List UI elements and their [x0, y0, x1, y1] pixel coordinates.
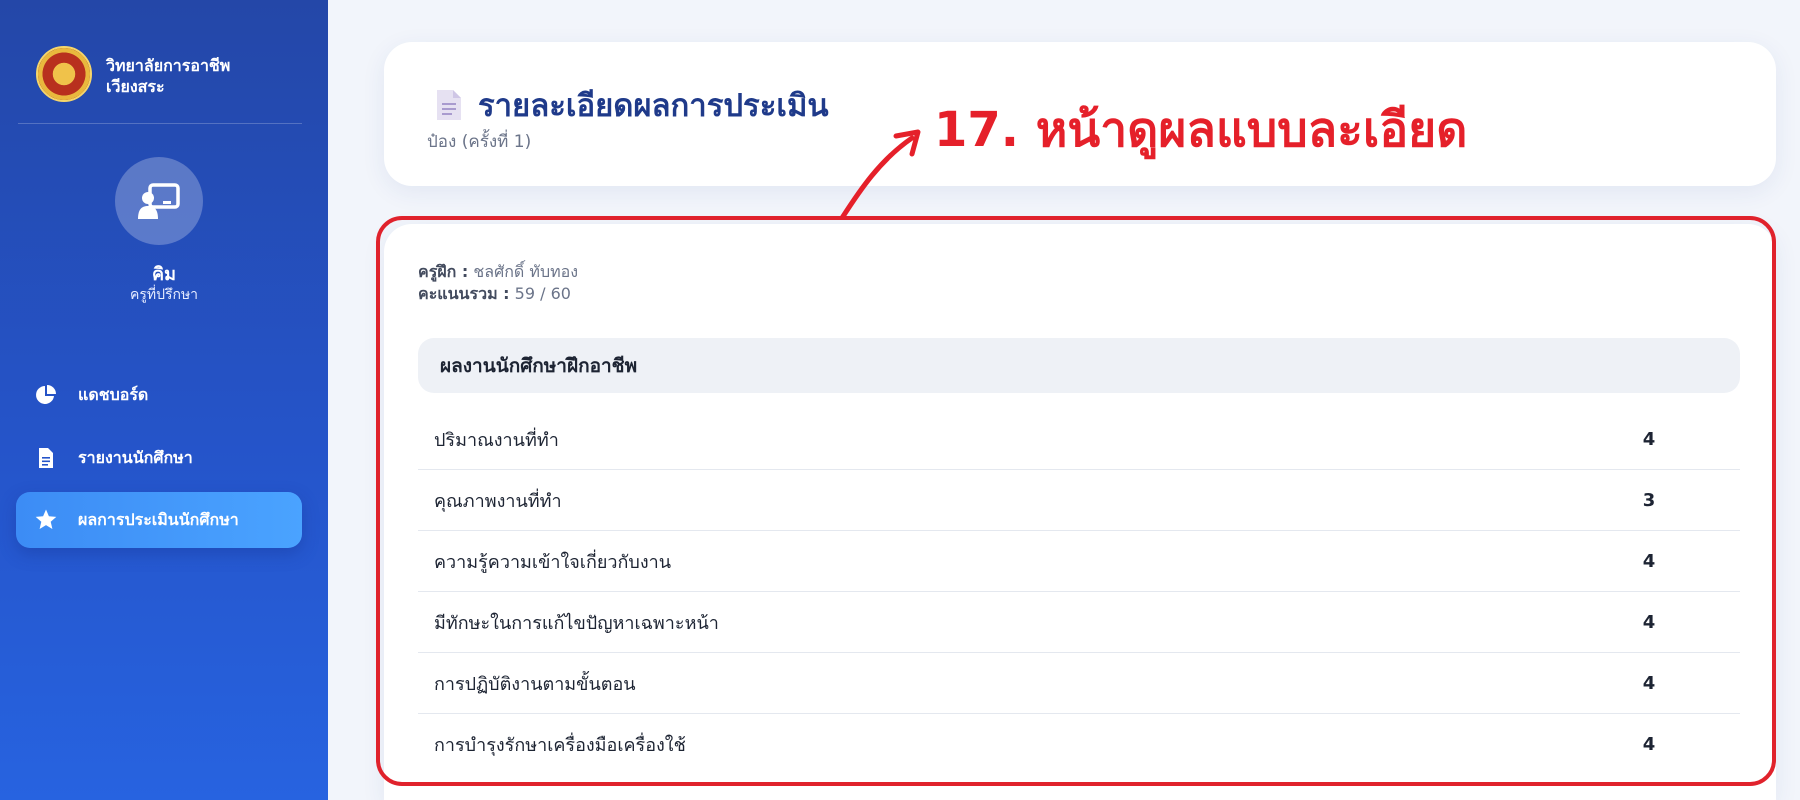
annotation-arrow-icon — [839, 129, 921, 220]
table-row: ปริมาณงานที่ทำ 4 — [418, 409, 1740, 470]
total-score-value: 59 / 60 — [514, 284, 571, 303]
sidebar-item-student-reports[interactable]: รายงานนักศึกษา — [16, 430, 302, 486]
table-row: ความรู้ความเข้าใจเกี่ยวกับงาน 4 — [418, 531, 1740, 592]
sidebar-item-label: รายงานนักศึกษา — [78, 447, 193, 467]
sidebar-item-evaluation-results[interactable]: ผลการประเมินนักศึกษา — [16, 492, 302, 548]
criterion-label: คุณภาพงานที่ทำ — [434, 490, 562, 512]
section-header: ผลงานนักศึกษาฝึกอาชีพ — [418, 338, 1740, 393]
document-icon — [34, 446, 58, 470]
table-row: คุณภาพงานที่ทำ 3 — [418, 470, 1740, 531]
table-row: มีทักษะในการแก้ไขปัญหาเฉพาะหน้า 4 — [418, 592, 1740, 653]
brand[interactable]: วิทยาลัยการอาชีพ เวียงสระ — [18, 28, 302, 124]
criterion-score: 4 — [1642, 734, 1656, 755]
total-score-label: คะแนนรวม : — [418, 284, 510, 303]
pie-chart-icon — [34, 383, 58, 407]
criterion-label: มีทักษะในการแก้ไขปัญหาเฉพาะหน้า — [434, 612, 719, 634]
criterion-label: การบำรุงรักษาเครื่องมือเครื่องใช้ — [434, 735, 686, 756]
criterion-score: 4 — [1642, 611, 1656, 633]
brand-line-1: วิทยาลัยการอาชีพ — [106, 56, 231, 75]
avatar — [115, 157, 203, 245]
sidebar-item-label: แดชบอร์ด — [78, 384, 149, 404]
criterion-score: 4 — [1642, 550, 1656, 572]
page-subtitle: ป๋อง (ครั้งที่ 1) — [427, 132, 532, 152]
brand-line-2: เวียงสระ — [106, 77, 165, 96]
criterion-label: การปฏิบัติงานตามขั้นตอน — [434, 673, 636, 695]
sidebar-item-dashboard[interactable]: แดชบอร์ด — [16, 367, 302, 423]
criterion-score: 4 — [1642, 428, 1656, 450]
page-title: รายละเอียดผลการประเมิน — [434, 80, 829, 130]
total-score-line: คะแนนรวม : 59 / 60 — [418, 282, 571, 307]
criterion-label: ปริมาณงานที่ทำ — [434, 429, 559, 451]
document-icon — [434, 88, 464, 122]
page-title-text: รายละเอียดผลการประเมิน — [478, 88, 829, 124]
college-logo — [36, 46, 92, 102]
table-row: การบำรุงรักษาเครื่องมือเครื่องใช้ 4 — [418, 714, 1740, 775]
table-row: การปฏิบัติงานตามขั้นตอน 4 — [418, 653, 1740, 714]
criterion-score: 4 — [1642, 672, 1656, 694]
criterion-score: 3 — [1642, 489, 1656, 511]
star-icon — [34, 508, 58, 532]
annotation-label: 17. หน้าดูผลแบบละเอียด — [934, 102, 1468, 158]
teacher-board-icon — [138, 183, 180, 219]
sidebar: วิทยาลัยการอาชีพ เวียงสระ คิม ครูที่ปรึก… — [0, 0, 328, 800]
brand-name: วิทยาลัยการอาชีพ เวียงสระ — [106, 55, 230, 97]
sidebar-item-label: ผลการประเมินนักศึกษา — [78, 509, 239, 529]
profile-role: ครูที่ปรึกษา — [129, 287, 199, 303]
trainer-value: ชลศักดิ์ ทับทอง — [473, 262, 579, 281]
criterion-label: ความรู้ความเข้าใจเกี่ยวกับงาน — [434, 551, 672, 573]
trainer-label: ครูฝึก : — [418, 262, 469, 281]
